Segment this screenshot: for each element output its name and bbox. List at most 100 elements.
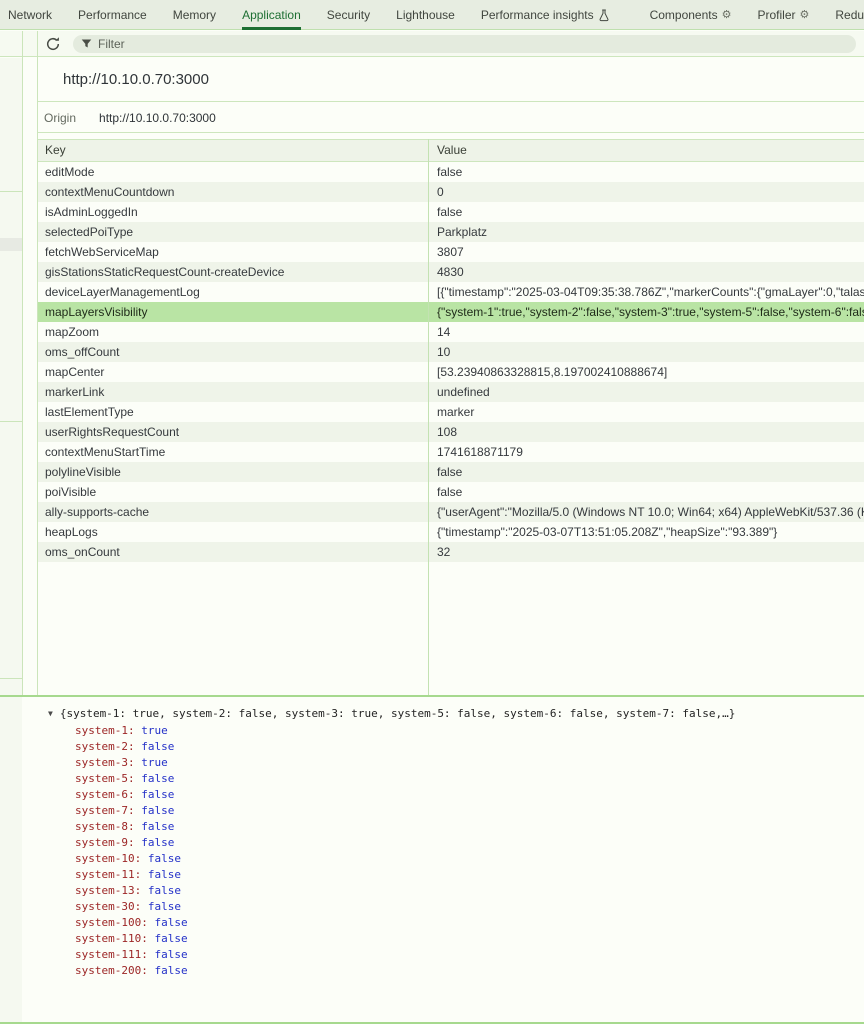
storage-key: selectedPoiType: [38, 222, 429, 242]
tab-memory[interactable]: Memory: [173, 0, 216, 30]
table-row[interactable]: ally-supports-cache {"userAgent":"Mozill…: [38, 502, 864, 522]
tab-network[interactable]: Network: [8, 0, 52, 30]
table-row[interactable]: userRightsRequestCount 108: [38, 422, 864, 442]
table-row[interactable]: oms_onCount 32: [38, 542, 864, 562]
tab-application[interactable]: Application: [242, 0, 301, 30]
sidebar-item-partial[interactable]: [0, 238, 22, 251]
table-row[interactable]: gisStationsStaticRequestCount-createDevi…: [38, 262, 864, 282]
entry-value: false: [148, 852, 181, 865]
preview-entry[interactable]: system-13false: [75, 883, 188, 899]
preview-entry[interactable]: system-5false: [75, 771, 188, 787]
origin-value: http://10.10.0.70:3000: [99, 111, 216, 125]
table-row[interactable]: mapZoom 14: [38, 322, 864, 342]
tab-profiler[interactable]: Profiler ⚙: [758, 0, 810, 30]
origin-label: Origin: [44, 111, 76, 125]
storage-key: contextMenuStartTime: [38, 442, 429, 462]
storage-key: mapZoom: [38, 322, 429, 342]
local-storage-view: http://10.10.0.70:3000 Origin http://10.…: [38, 58, 864, 695]
table-row[interactable]: oms_offCount 10: [38, 342, 864, 362]
storage-items-table: Key Value editMode false contextMenuCoun…: [38, 139, 864, 562]
entry-key: system-111: [75, 948, 154, 961]
entry-value: false: [154, 948, 187, 961]
table-row[interactable]: contextMenuCountdown 0: [38, 182, 864, 202]
entry-value: false: [141, 740, 174, 753]
storage-value: Parkplatz: [429, 222, 864, 242]
preview-entry[interactable]: system-200false: [75, 963, 188, 979]
tab-label: Performance: [78, 8, 147, 22]
tab-label: Lighthouse: [396, 8, 455, 22]
sidebar-divider: [0, 678, 22, 679]
entry-value: false: [148, 884, 181, 897]
column-resize-handle[interactable]: [428, 139, 429, 695]
tab-redux[interactable]: Redux: [835, 0, 864, 30]
preview-entry[interactable]: system-1true: [75, 723, 188, 739]
gear-icon: ⚙: [800, 10, 810, 21]
entry-key: system-10: [75, 852, 148, 865]
storage-key: poiVisible: [38, 482, 429, 502]
table-row[interactable]: mapCenter [53.23940863328815,8.197002410…: [38, 362, 864, 382]
storage-key: isAdminLoggedIn: [38, 202, 429, 222]
tab-components[interactable]: Components ⚙: [650, 0, 732, 30]
storage-value: false: [429, 482, 864, 502]
preview-entry[interactable]: system-30false: [75, 899, 188, 915]
entry-key: system-3: [75, 756, 141, 769]
sidebar-divider: [0, 421, 22, 422]
table-row-selected[interactable]: mapLayersVisibility {"system-1":true,"sy…: [38, 302, 864, 322]
refresh-icon[interactable]: [45, 36, 61, 52]
table-row[interactable]: lastElementType marker: [38, 402, 864, 422]
storage-value: [{"timestamp":"2025-03-04T09:35:38.786Z"…: [429, 282, 864, 302]
preview-entry[interactable]: system-110false: [75, 931, 188, 947]
preview-entry[interactable]: system-8false: [75, 819, 188, 835]
table-row[interactable]: polylineVisible false: [38, 462, 864, 482]
expand-triangle-icon[interactable]: ▼: [48, 709, 53, 718]
table-row[interactable]: selectedPoiType Parkplatz: [38, 222, 864, 242]
entry-value: false: [154, 916, 187, 929]
tab-lighthouse[interactable]: Lighthouse: [396, 0, 455, 30]
table-row[interactable]: markerLink undefined: [38, 382, 864, 402]
table-row[interactable]: deviceLayerManagementLog [{"timestamp":"…: [38, 282, 864, 302]
entry-key: system-13: [75, 884, 148, 897]
tab-security[interactable]: Security: [327, 0, 370, 30]
entry-value: false: [141, 836, 174, 849]
entry-key: system-2: [75, 740, 141, 753]
storage-key: editMode: [38, 162, 429, 182]
entry-key: system-5: [75, 772, 141, 785]
tab-performance-insights[interactable]: Performance insights: [481, 0, 610, 30]
table-row[interactable]: poiVisible false: [38, 482, 864, 502]
table-row[interactable]: fetchWebServiceMap 3807: [38, 242, 864, 262]
value-preview-panel: ▼ {system-1: true, system-2: false, syste…: [22, 697, 864, 1022]
storage-value: undefined: [429, 382, 864, 402]
preview-entry[interactable]: system-6false: [75, 787, 188, 803]
table-row[interactable]: contextMenuStartTime 1741618871179: [38, 442, 864, 462]
preview-entry[interactable]: system-100false: [75, 915, 188, 931]
storage-value: 4830: [429, 262, 864, 282]
entry-key: system-9: [75, 836, 141, 849]
filter-input[interactable]: [98, 37, 848, 51]
storage-value: 108: [429, 422, 864, 442]
tab-label: Application: [242, 8, 301, 22]
table-row[interactable]: editMode false: [38, 162, 864, 182]
storage-key: ally-supports-cache: [38, 502, 429, 522]
storage-key: fetchWebServiceMap: [38, 242, 429, 262]
preview-entry[interactable]: system-7false: [75, 803, 188, 819]
preview-entry[interactable]: system-9false: [75, 835, 188, 851]
entry-key: system-110: [75, 932, 154, 945]
preview-entry[interactable]: system-3true: [75, 755, 188, 771]
filter-box[interactable]: [73, 35, 856, 53]
preview-entry[interactable]: system-10false: [75, 851, 188, 867]
entry-value: false: [141, 820, 174, 833]
table-row[interactable]: heapLogs {"timestamp":"2025-03-07T13:51:…: [38, 522, 864, 542]
preview-entry[interactable]: system-11false: [75, 867, 188, 883]
storage-value: 3807: [429, 242, 864, 262]
preview-entry[interactable]: system-111false: [75, 947, 188, 963]
storage-value: 0: [429, 182, 864, 202]
entry-key: system-200: [75, 964, 154, 977]
preview-summary[interactable]: ▼ {system-1: true, system-2: false, syste…: [48, 707, 735, 720]
tab-performance[interactable]: Performance: [78, 0, 147, 30]
column-header-key: Key: [38, 140, 429, 161]
gear-icon: ⚙: [722, 10, 732, 21]
preview-entry[interactable]: system-2false: [75, 739, 188, 755]
table-header: Key Value: [38, 139, 864, 162]
table-row[interactable]: isAdminLoggedIn false: [38, 202, 864, 222]
preview-summary-text: {system-1: true, system-2: false, system…: [60, 707, 736, 720]
